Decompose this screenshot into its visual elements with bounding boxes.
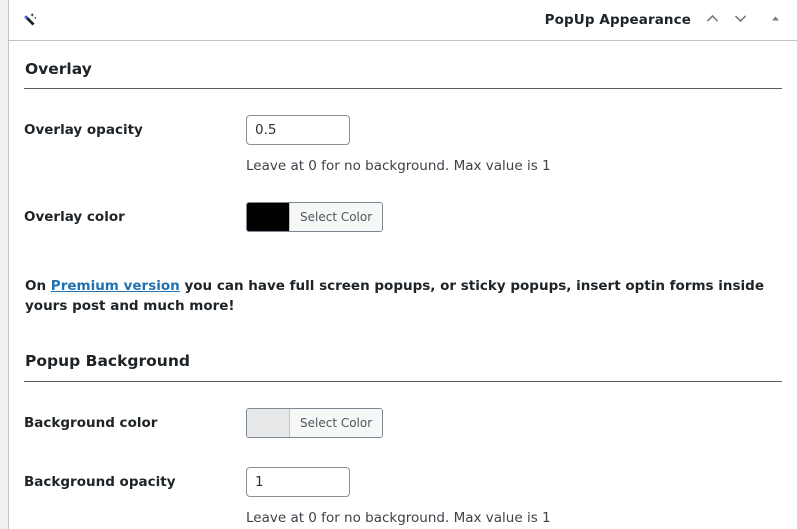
label-overlay-opacity: Overlay opacity [24,122,143,139]
field-row-overlay-opacity: Overlay opacity Leave at 0 for no backgr… [24,89,782,176]
overlay-color-picker[interactable]: Select Color [246,202,384,233]
background-opacity-input[interactable] [246,466,350,497]
triangle-up-icon [769,12,782,28]
background-color-swatch[interactable] [247,408,290,437]
move-up-button[interactable] [699,7,725,33]
background-select-color-button[interactable]: Select Color [290,408,383,437]
section-title-overlay: Overlay [25,60,92,78]
chevron-down-icon [733,11,748,29]
control-overlay-color: Select Color [246,202,782,235]
premium-promo-text: On Premium version you can have full scr… [24,235,782,316]
chevron-up-icon [705,11,720,29]
magic-wand-icon [18,9,40,31]
promo-lead: On [25,278,51,295]
field-row-background-opacity: Background opacity Leave at 0 for no bac… [24,441,782,528]
overlay-opacity-input[interactable] [246,115,350,146]
label-background-color: Background color [24,414,158,431]
section-title-popup-background: Popup Background [25,352,190,371]
overlay-color-swatch[interactable] [247,203,290,232]
move-down-button[interactable] [727,7,753,33]
label-background-opacity: Background opacity [24,473,176,490]
field-row-background-color: Background color Select Color [24,382,782,441]
control-overlay-opacity: Leave at 0 for no background. Max value … [246,115,782,176]
background-color-picker[interactable]: Select Color [246,407,384,438]
control-background-opacity: Leave at 0 for no background. Max value … [246,466,782,528]
field-row-overlay-color: Overlay color Select Color [24,176,782,235]
premium-version-link[interactable]: Premium version [51,278,180,294]
panel-header: PopUp Appearance [9,0,797,41]
panel-body: Overlay Overlay opacity Leave at 0 for n… [9,41,797,528]
label-overlay-color: Overlay color [24,209,125,226]
overlay-select-color-button[interactable]: Select Color [290,203,383,232]
help-background-opacity: Leave at 0 for no background. Max value … [246,509,551,526]
page-title: PopUp Appearance [544,12,691,28]
help-overlay-opacity: Leave at 0 for no background. Max value … [246,158,551,175]
toggle-panel-button[interactable] [761,7,789,33]
popup-appearance-panel: PopUp Appearance Overlay Overlay opacity… [8,0,797,529]
control-background-color: Select Color [246,407,782,441]
order-buttons [699,7,789,33]
